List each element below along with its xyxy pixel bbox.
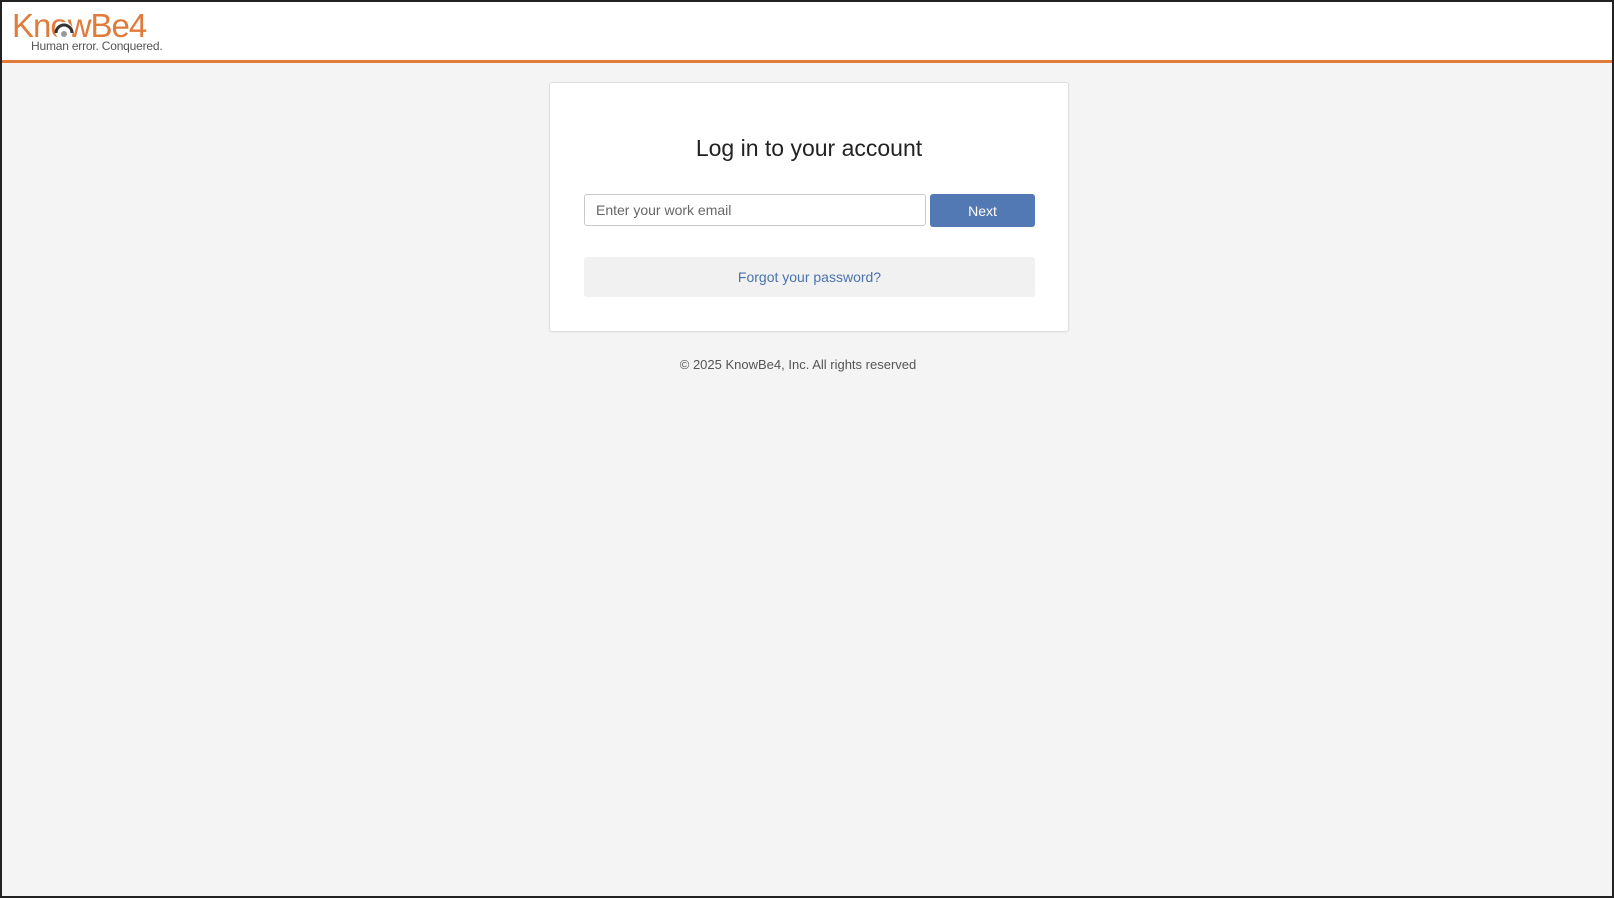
forgot-password-panel: Forgot your password? (584, 257, 1035, 297)
logo-tagline: Human error. Conquered. (31, 39, 163, 53)
email-input[interactable] (584, 194, 926, 226)
knowbe4-logo[interactable]: KnowBe4 Human error. Conquered. (12, 6, 182, 56)
page-title: Log in to your account (695, 135, 923, 161)
top-header: KnowBe4 Human error. Conquered. (2, 2, 1612, 63)
next-button[interactable]: Next (930, 194, 1035, 227)
forgot-password-link[interactable]: Forgot your password? (738, 269, 881, 285)
copyright-footer: © 2025 KnowBe4, Inc. All rights reserved (679, 357, 917, 372)
browser-viewport: KnowBe4 Human error. Conquered. Log in t… (0, 0, 1614, 898)
login-card: Log in to your account Next Forgot your … (549, 82, 1069, 332)
